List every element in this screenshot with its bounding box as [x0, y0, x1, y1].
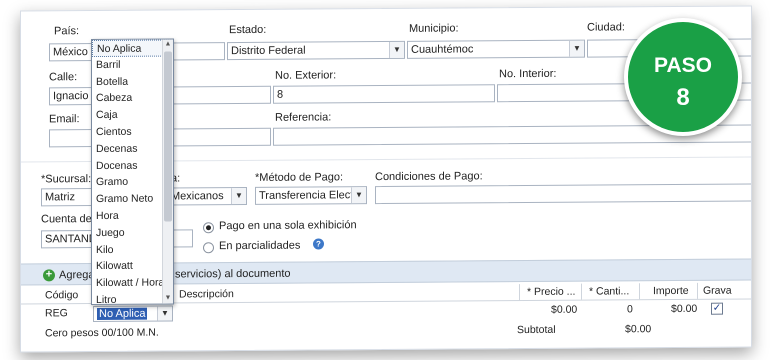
- row-cantidad[interactable]: 0: [627, 303, 633, 315]
- col-codigo-header[interactable]: Código: [45, 287, 78, 303]
- metodo-pago-value: Transferencia Electró: [259, 189, 364, 202]
- no-interior-label: No. Interior:: [499, 67, 557, 81]
- row-codigo[interactable]: REG: [45, 307, 68, 319]
- subtotal-label: Subtotal: [517, 323, 556, 337]
- row-importe: $0.00: [671, 302, 698, 316]
- moneda-value: Mexicanos: [171, 190, 224, 203]
- unit-dropdown-list[interactable]: No Aplica Barril Botella Cabeza Caja Cie…: [91, 38, 174, 308]
- dropdown-option[interactable]: Hora: [92, 207, 173, 224]
- moneda-select[interactable]: Mexicanos ▼: [167, 186, 247, 206]
- row-precio[interactable]: $0.00: [551, 304, 577, 316]
- municipio-label: Municipio:: [409, 22, 459, 35]
- sucursal-label: *Sucursal:: [41, 173, 92, 186]
- dropdown-option[interactable]: Cabeza: [92, 90, 173, 107]
- no-exterior-label: No. Exterior:: [275, 69, 337, 82]
- chevron-down-icon[interactable]: ▼: [157, 306, 172, 321]
- subtotal-value: $0.00: [625, 323, 652, 336]
- pais-label: País:: [54, 25, 80, 38]
- condiciones-field[interactable]: [375, 183, 752, 205]
- column-divider: [697, 282, 698, 299]
- sucursal-value: Matriz: [45, 191, 75, 204]
- dropdown-option[interactable]: Docenas: [92, 157, 173, 174]
- dropdown-scrollbar[interactable]: ▲ ▼: [162, 39, 173, 304]
- column-divider: [581, 283, 582, 300]
- chevron-down-icon[interactable]: ▼: [569, 40, 584, 57]
- dropdown-option[interactable]: Juego: [92, 224, 173, 241]
- email-label: Email:: [49, 113, 80, 126]
- dropdown-option[interactable]: Kilowatt / Hora: [92, 275, 173, 292]
- dropdown-option[interactable]: No Aplica: [92, 39, 173, 57]
- col-importe-header[interactable]: Importe: [653, 283, 689, 299]
- condiciones-label: Condiciones de Pago:: [375, 170, 483, 184]
- column-divider: [519, 284, 520, 301]
- col-grava-header[interactable]: Grava: [703, 283, 732, 299]
- step-badge-title: PASO: [654, 54, 712, 77]
- dropdown-option[interactable]: Caja: [92, 107, 173, 124]
- column-divider: [639, 283, 640, 300]
- pago-unico-radio[interactable]: [203, 222, 214, 234]
- add-item-link-suffix: servicios) al documento: [175, 267, 291, 281]
- col-precio-header[interactable]: * Precio ...: [527, 284, 575, 300]
- scrollbar-thumb[interactable]: [164, 51, 172, 222]
- step-badge-number: 8: [676, 84, 690, 111]
- dropdown-option[interactable]: Gramo: [92, 174, 173, 191]
- chevron-down-icon[interactable]: ▼: [231, 187, 246, 205]
- municipio-value: Cuauhtémoc: [411, 43, 474, 56]
- chevron-down-icon[interactable]: ▼: [389, 41, 404, 58]
- step-badge: PASO 8: [624, 18, 742, 136]
- pago-unico-label: Pago en una sola exhibición: [219, 219, 357, 233]
- unidad-value: No Aplica: [97, 307, 148, 321]
- scroll-down-icon[interactable]: ▼: [163, 293, 173, 303]
- chevron-down-icon[interactable]: ▼: [351, 187, 366, 204]
- total-in-words: Cero pesos 00/100 M.N.: [45, 326, 159, 340]
- estado-label: Estado:: [229, 23, 267, 37]
- dropdown-option[interactable]: Botella: [92, 73, 173, 90]
- calle-label: Calle:: [49, 71, 78, 84]
- parcialidades-radio[interactable]: [203, 242, 214, 254]
- scroll-up-icon[interactable]: ▲: [163, 39, 173, 49]
- dropdown-option[interactable]: Gramo Neto: [92, 191, 173, 208]
- referencia-label: Referencia:: [275, 111, 332, 124]
- dropdown-option[interactable]: Barril: [92, 56, 173, 73]
- municipio-select[interactable]: Cuauhtémoc ▼: [407, 39, 585, 59]
- metodo-pago-select[interactable]: Transferencia Electró ▼: [255, 186, 367, 205]
- dropdown-option[interactable]: Decenas: [92, 140, 173, 157]
- no-exterior-field[interactable]: 8: [273, 84, 495, 104]
- parcialidades-label: En parcialidades: [219, 239, 301, 253]
- ciudad-label: Ciudad:: [587, 21, 625, 34]
- estado-value: Distrito Federal: [231, 44, 306, 58]
- estado-select[interactable]: Distrito Federal ▼: [227, 40, 405, 61]
- dropdown-option[interactable]: Litro: [92, 291, 173, 308]
- dropdown-option[interactable]: Kilo: [92, 241, 173, 258]
- dropdown-option[interactable]: Kilowatt: [92, 258, 173, 275]
- col-descripcion-header[interactable]: Descripción: [179, 286, 234, 302]
- dropdown-option[interactable]: Cientos: [92, 123, 173, 140]
- metodo-pago-label: *Método de Pago:: [255, 171, 344, 184]
- grava-checkbox[interactable]: ✓: [711, 302, 723, 315]
- help-icon[interactable]: ?: [313, 238, 324, 250]
- add-icon[interactable]: +: [43, 268, 55, 282]
- col-cantidad-header[interactable]: * Canti...: [589, 283, 629, 299]
